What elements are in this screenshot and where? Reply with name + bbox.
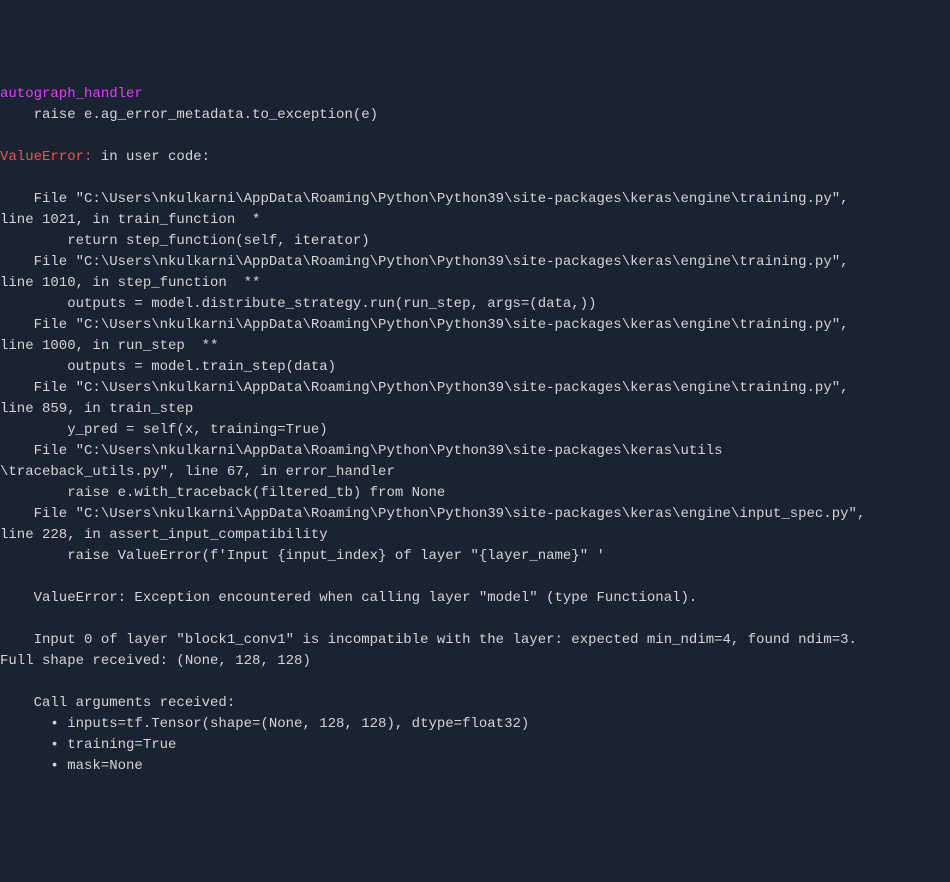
error-type-label: ValueError: [0,149,92,165]
error-intro: in user code: [92,149,210,165]
terminal-output: autograph_handler raise e.ag_error_metad… [0,84,950,777]
raise-statement: raise e.ag_error_metadata.to_exception(e… [0,107,378,123]
autograph-handler-label: autograph_handler [0,86,143,102]
traceback-block: File "C:\Users\nkulkarni\AppData\Roaming… [0,191,865,774]
